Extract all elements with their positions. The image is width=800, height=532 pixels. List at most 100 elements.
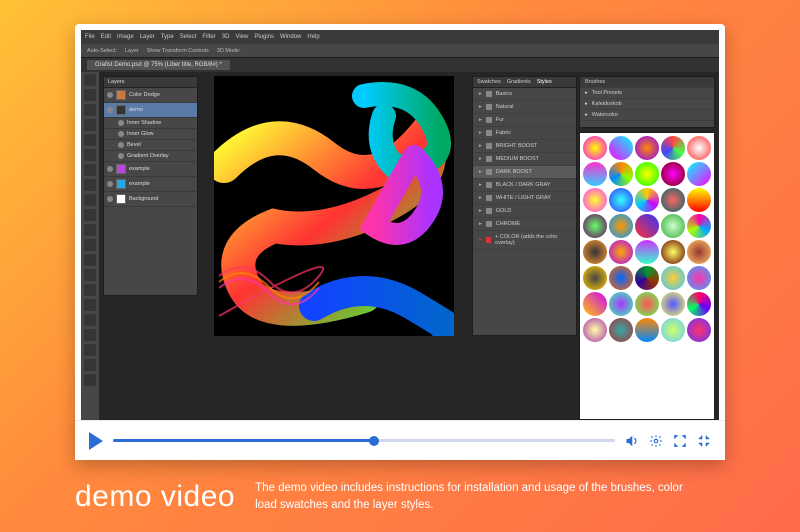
swatch[interactable] [687, 136, 711, 160]
swatch[interactable] [583, 136, 607, 160]
visibility-icon[interactable] [107, 166, 113, 172]
layer-row[interactable]: Inner Glow [104, 129, 197, 140]
swatch[interactable] [687, 318, 711, 342]
style-folder[interactable]: ▸Fabric [473, 127, 576, 140]
swatch[interactable] [687, 240, 711, 264]
swatch[interactable] [583, 162, 607, 186]
menu-item[interactable]: 3D [222, 34, 230, 40]
layer-row[interactable]: Inner Shadow [104, 118, 197, 129]
swatch[interactable] [661, 266, 685, 290]
menu-item[interactable]: View [235, 34, 248, 40]
visibility-icon[interactable] [118, 120, 124, 126]
swatch[interactable] [635, 266, 659, 290]
tool-shape[interactable] [84, 344, 96, 356]
swatch[interactable] [661, 292, 685, 316]
visibility-icon[interactable] [107, 181, 113, 187]
swatch[interactable] [583, 266, 607, 290]
tool-type[interactable] [84, 314, 96, 326]
swatch[interactable] [583, 240, 607, 264]
swatch[interactable] [661, 136, 685, 160]
layer-row[interactable]: example [104, 177, 197, 192]
swatch[interactable] [661, 214, 685, 238]
tool-history[interactable] [84, 224, 96, 236]
layer-row[interactable]: Gradient Overlay [104, 151, 197, 162]
swatch[interactable] [687, 292, 711, 316]
style-folder[interactable]: ▸WHITE / LIGHT GRAY [473, 192, 576, 205]
swatch[interactable] [687, 162, 711, 186]
tool-eraser[interactable] [84, 239, 96, 251]
swatch[interactable] [635, 188, 659, 212]
swatch[interactable] [635, 292, 659, 316]
swatch[interactable] [635, 240, 659, 264]
swatch[interactable] [687, 188, 711, 212]
tool-eyedropper[interactable] [84, 164, 96, 176]
visibility-icon[interactable] [107, 107, 113, 113]
tool-frame[interactable] [84, 149, 96, 161]
exit-fullscreen-icon[interactable] [697, 434, 711, 448]
tool-lasso[interactable] [84, 104, 96, 116]
volume-icon[interactable] [625, 434, 639, 448]
visibility-icon[interactable] [107, 92, 113, 98]
layer-row[interactable]: Color Dodge [104, 88, 197, 103]
style-folder[interactable]: ▸Basics [473, 88, 576, 101]
swatch[interactable] [609, 266, 633, 290]
tool-brush[interactable] [84, 194, 96, 206]
menu-item[interactable]: Edit [101, 34, 111, 40]
swatch[interactable] [635, 214, 659, 238]
swatch[interactable] [635, 162, 659, 186]
layer-row[interactable]: demo [104, 103, 197, 118]
style-folder[interactable]: ▸BLACK / DARK GRAY [473, 179, 576, 192]
document-tab[interactable]: Grafist Demo.psd @ 75% (Liber title, RGB… [87, 60, 230, 70]
swatch[interactable] [687, 266, 711, 290]
swatch[interactable] [609, 136, 633, 160]
layer-row[interactable]: example [104, 162, 197, 177]
play-button[interactable] [89, 432, 103, 450]
menu-item[interactable]: File [85, 34, 95, 40]
tool-marquee[interactable] [84, 89, 96, 101]
tool-dodge[interactable] [84, 284, 96, 296]
tool-gradient[interactable] [84, 254, 96, 266]
visibility-icon[interactable] [107, 196, 113, 202]
swatch[interactable] [661, 162, 685, 186]
swatch[interactable] [609, 292, 633, 316]
swatch[interactable] [661, 318, 685, 342]
styles-tab[interactable]: Swatches [477, 79, 501, 85]
gear-icon[interactable] [649, 434, 663, 448]
tool-move[interactable] [84, 74, 96, 86]
styles-tab[interactable]: Styles [537, 79, 552, 85]
style-folder[interactable]: ▸CHROME [473, 218, 576, 231]
brush-folder[interactable]: Watercolor [592, 112, 618, 118]
menu-item[interactable]: Type [161, 34, 174, 40]
menu-item[interactable]: Window [280, 34, 301, 40]
tool-path[interactable] [84, 329, 96, 341]
style-folder[interactable]: ▸Natural [473, 101, 576, 114]
swatch[interactable] [609, 188, 633, 212]
video-timeline[interactable] [113, 439, 615, 442]
styles-tab[interactable]: Gradients [507, 79, 531, 85]
fullscreen-icon[interactable] [673, 434, 687, 448]
tool-zoom[interactable] [84, 374, 96, 386]
swatch[interactable] [609, 214, 633, 238]
swatch[interactable] [661, 240, 685, 264]
style-folder[interactable]: ▸GOLD [473, 205, 576, 218]
tool-stamp[interactable] [84, 209, 96, 221]
style-folder[interactable]: ▸MEDIUM BOOST [473, 153, 576, 166]
tool-crop[interactable] [84, 134, 96, 146]
swatch[interactable] [609, 240, 633, 264]
style-folder[interactable]: ▸+ COLOR (adds the color overlay) [473, 231, 576, 250]
swatch[interactable] [583, 188, 607, 212]
swatch[interactable] [661, 188, 685, 212]
optbar-value[interactable]: Layer [125, 48, 139, 54]
swatch[interactable] [609, 318, 633, 342]
layer-row[interactable]: Bevel [104, 140, 197, 151]
swatch[interactable] [583, 318, 607, 342]
swatch[interactable] [635, 136, 659, 160]
style-folder[interactable]: ▸Fur [473, 114, 576, 127]
swatch[interactable] [583, 292, 607, 316]
swatch[interactable] [609, 162, 633, 186]
menu-item[interactable]: Filter [202, 34, 215, 40]
optbar-checkbox[interactable]: Show Transform Controls [147, 48, 209, 54]
menu-item[interactable]: Help [307, 34, 319, 40]
layer-row[interactable]: Background [104, 192, 197, 207]
style-folder[interactable]: ▸DARK BOOST [473, 166, 576, 179]
